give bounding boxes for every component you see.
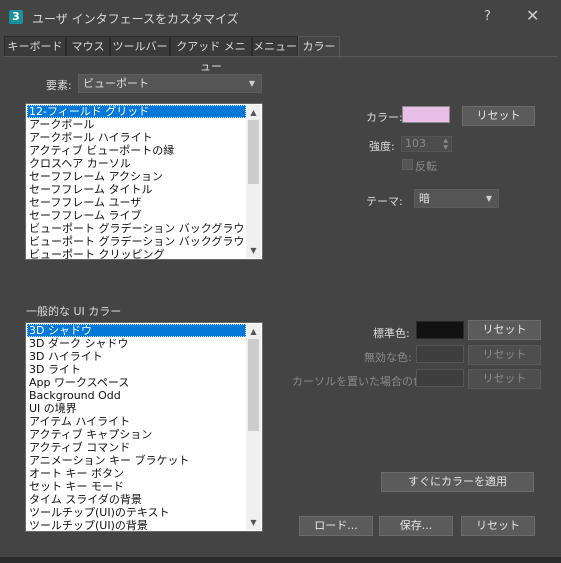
scroll-thumb[interactable]: [248, 339, 259, 431]
standard-color-swatch[interactable]: [416, 321, 464, 339]
hover-color-label: カーソルを置いた場合の色:: [292, 375, 428, 388]
element-list-item[interactable]: 12-フィールド グリッド: [27, 105, 246, 118]
ui-color-list-item[interactable]: UI の境界: [27, 402, 246, 415]
intensity-label: 強度:: [369, 140, 395, 153]
element-list-item[interactable]: ビューポート クリッピング: [27, 248, 246, 259]
scroll-down-icon[interactable]: ▼: [246, 243, 261, 258]
scroll-up-icon[interactable]: ▲: [246, 324, 261, 339]
load-button[interactable]: ロード...: [299, 516, 373, 536]
element-list-item[interactable]: ビューポート グラデーション バックグラウンド トップ: [27, 222, 246, 235]
app-icon: 3: [9, 10, 23, 24]
ui-color-list-item[interactable]: Background Odd: [27, 389, 246, 402]
ui-color-list-item[interactable]: オート キー ボタン: [27, 467, 246, 480]
tab-colors[interactable]: カラー: [298, 36, 340, 58]
chevron-down-icon: ▼: [485, 194, 492, 203]
tab-menu[interactable]: メニュー: [252, 36, 298, 56]
ui-color-list-item[interactable]: 3D ライト: [27, 363, 246, 376]
standard-reset-button[interactable]: リセット: [468, 320, 541, 340]
intensity-spinner: 103 ▲ ▼: [401, 136, 452, 152]
element-list-item[interactable]: セーフフレーム タイトル: [27, 183, 246, 196]
ui-color-list-item[interactable]: タイム スライダの背景: [27, 493, 246, 506]
ui-color-list-item[interactable]: 3D シャドウ: [27, 324, 246, 337]
tab-divider: [4, 56, 557, 57]
element-list-item[interactable]: セーフフレーム ライブ: [27, 209, 246, 222]
ui-color-list-item[interactable]: アイテム ハイライト: [27, 415, 246, 428]
intensity-value: 103: [405, 137, 426, 150]
ui-color-list-item[interactable]: ツールチップ(UI)のテキスト: [27, 506, 246, 519]
ui-color-list-item[interactable]: セット キー モード: [27, 480, 246, 493]
theme-dropdown[interactable]: 暗 ▼: [414, 189, 499, 208]
chevron-down-icon: ▼: [248, 79, 255, 88]
title-bar: 3 ユーザ インタフェースをカスタマイズ ? ✕: [0, 0, 561, 35]
window-title: ユーザ インタフェースをカスタマイズ: [32, 12, 239, 26]
theme-label: テーマ:: [366, 195, 403, 208]
color-reset-button[interactable]: リセット: [462, 106, 535, 126]
tab-toolbar[interactable]: ツールバー: [110, 36, 170, 56]
element-list-scrollbar[interactable]: ▲ ▼: [246, 105, 261, 258]
help-button[interactable]: ?: [484, 9, 491, 24]
theme-dropdown-value: 暗: [419, 192, 430, 205]
ui-color-list-scrollbar[interactable]: ▲ ▼: [246, 324, 261, 530]
color-swatch[interactable]: [402, 106, 450, 123]
ui-color-list-item[interactable]: 3D ダーク シャドウ: [27, 337, 246, 350]
tab-keyboard[interactable]: キーボード: [4, 36, 66, 56]
disabled-reset-button: リセット: [468, 345, 541, 365]
element-list-item[interactable]: セーフフレーム アクション: [27, 170, 246, 183]
ui-color-list-item[interactable]: アクティブ キャプション: [27, 428, 246, 441]
invert-label: 反転: [415, 160, 437, 173]
standard-color-label: 標準色:: [373, 327, 410, 340]
tab-mouse[interactable]: マウス: [66, 36, 110, 56]
element-list-item[interactable]: アクティブ ビューポートの縁: [27, 144, 246, 157]
hover-reset-button: リセット: [468, 369, 541, 389]
reset-button[interactable]: リセット: [461, 516, 535, 536]
element-list-item[interactable]: セーフフレーム ユーザ: [27, 196, 246, 209]
element-list-item[interactable]: クロスヘア カーソル: [27, 157, 246, 170]
element-list-item[interactable]: ビューポート グラデーション バックグラウンド ボトム: [27, 235, 246, 248]
element-list-item[interactable]: アークボール ハイライト: [27, 131, 246, 144]
element-label: 要素:: [46, 79, 72, 92]
invert-checkbox: [402, 159, 413, 170]
viewport-background-strip: [0, 557, 561, 563]
element-dropdown-value: ビューポート: [83, 77, 149, 90]
element-dropdown[interactable]: ビューポート ▼: [78, 74, 262, 93]
element-list-item[interactable]: アークボール: [27, 118, 246, 131]
ui-color-list-item[interactable]: アクティブ コマンド: [27, 441, 246, 454]
disabled-color-swatch: [416, 345, 464, 363]
save-button[interactable]: 保存...: [379, 516, 453, 536]
ui-color-list-item[interactable]: アニメーション キー ブラケット: [27, 454, 246, 467]
ui-color-list[interactable]: 3D シャドウ 3D ダーク シャドウ 3D ハイライト 3D ライト App ワークス…: [25, 322, 263, 532]
apply-colors-now-button[interactable]: すぐにカラーを適用: [381, 472, 534, 492]
disabled-color-label: 無効な色:: [364, 351, 412, 364]
tab-quad-menu[interactable]: クアッド メニュー: [170, 36, 252, 73]
spinner-arrows-icon: ▲ ▼: [443, 137, 448, 151]
scroll-down-icon[interactable]: ▼: [246, 515, 261, 530]
element-list[interactable]: 12-フィールド グリッド アークボール アークボール ハイライト アクティブ ビュー…: [25, 103, 263, 260]
general-ui-section-label: 一般的な UI カラー: [26, 305, 122, 318]
scroll-up-icon[interactable]: ▲: [246, 105, 261, 120]
ui-color-list-item[interactable]: ツールチップ(UI)の背景: [27, 519, 246, 531]
scroll-thumb[interactable]: [248, 120, 259, 184]
close-button[interactable]: ✕: [526, 6, 539, 25]
ui-color-list-item[interactable]: App ワークスペース: [27, 376, 246, 389]
color-label: カラー:: [366, 111, 403, 124]
hover-color-swatch: [416, 369, 464, 387]
ui-color-list-item[interactable]: 3D ハイライト: [27, 350, 246, 363]
